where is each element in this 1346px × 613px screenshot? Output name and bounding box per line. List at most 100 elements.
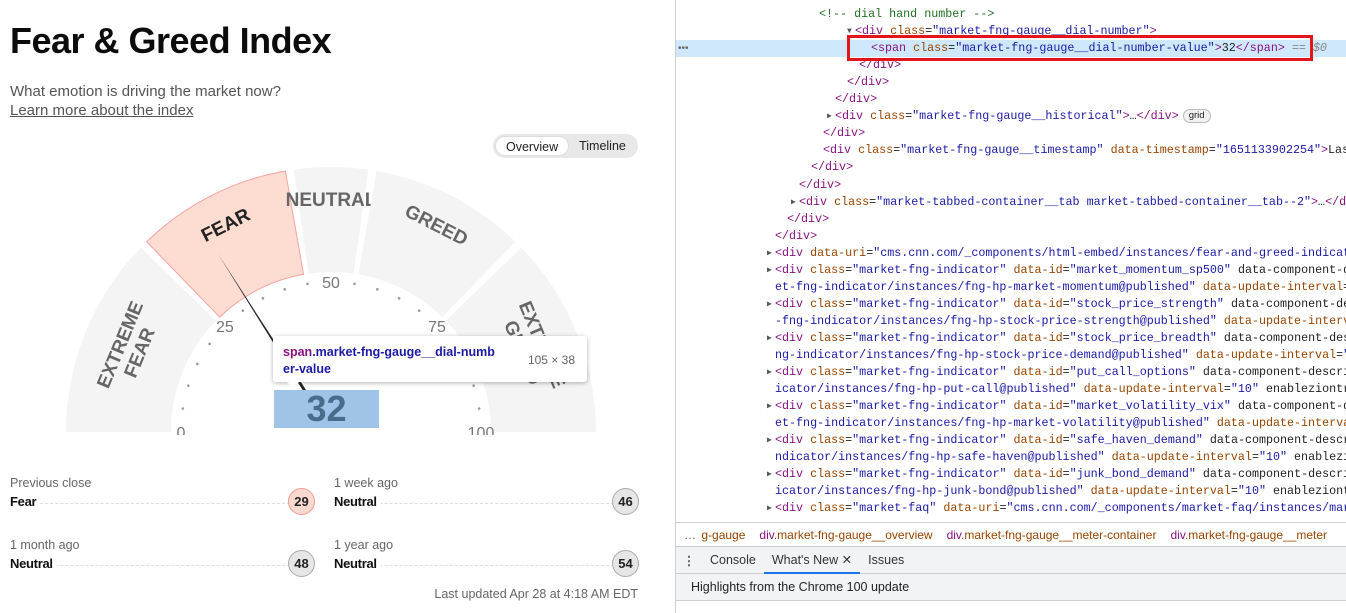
gauge-tick	[241, 309, 245, 312]
historical-label: 1 week ago	[334, 476, 398, 490]
tab-overview[interactable]: Overview	[495, 136, 570, 156]
gauge-tick	[477, 407, 481, 410]
dom-node-line[interactable]: ▶ <div class="market-fng-gauge__historica…	[676, 108, 1346, 125]
historical-item: Previous close Fear 29	[10, 476, 315, 526]
historical-item: 1 week ago Neutral 46	[334, 476, 639, 526]
dom-node-line[interactable]: icator/instances/fng-hp-put-call@publish…	[676, 381, 1346, 398]
highlight-box	[847, 35, 1313, 61]
tab-issues[interactable]: Issues	[860, 547, 912, 574]
dom-node-text: -fng-indicator/instances/fng-hp-stock-pr…	[775, 313, 1346, 328]
dom-node-line[interactable]: ▶ <div class="market-fng-indicator" data-…	[676, 466, 1346, 483]
dom-node-text: </div>	[811, 160, 854, 175]
learn-more-link[interactable]: Learn more about the index	[10, 102, 193, 119]
dom-node-text: et-fng-indicator/instances/fng-hp-market…	[775, 279, 1346, 294]
dom-node-line[interactable]: <div class="market-fng-gauge__timestamp"…	[676, 142, 1346, 159]
breadcrumb-item[interactable]: g-gauge	[701, 528, 745, 542]
historical-rating: Neutral	[334, 494, 381, 509]
dom-node-text: </div>	[847, 75, 890, 90]
dom-node-text: ndicator/instances/fng-hp-safe-haven@pub…	[775, 450, 1346, 465]
dom-node-line[interactable]: ▶ <div class="market-fng-indicator" data-…	[676, 364, 1346, 381]
dom-node-line[interactable]: et-fng-indicator/instances/fng-hp-market…	[676, 415, 1346, 432]
expand-triangle-icon[interactable]: ▶	[767, 500, 772, 517]
gauge-scale-label: 100	[468, 425, 495, 435]
dom-node-line[interactable]: ndicator/instances/fng-hp-safe-haven@pub…	[676, 449, 1346, 466]
gauge-tick	[196, 362, 199, 366]
page-subtitle: What emotion is driving the market now?	[10, 83, 281, 100]
dom-node-text: </div>	[823, 126, 866, 141]
grid-badge[interactable]: grid	[1182, 109, 1211, 124]
expand-triangle-icon[interactable]: ▶	[767, 245, 772, 262]
dom-node-text: <div class="market-fng-indicator" data-i…	[775, 365, 1346, 380]
dom-node-line[interactable]: </div>	[676, 228, 1346, 245]
tab-console[interactable]: Console	[702, 547, 764, 574]
expand-triangle-icon[interactable]: ▶	[791, 194, 796, 211]
expand-triangle-icon[interactable]: ▶	[767, 432, 772, 449]
historical-value-badge: 54	[612, 550, 639, 577]
expand-triangle-icon[interactable]: ▶	[767, 466, 772, 483]
dial-number-value: 32	[274, 390, 379, 428]
dom-node-text: icator/instances/fng-hp-junk-bond@publis…	[775, 484, 1346, 499]
dom-node-line[interactable]: ▶ <div class="market-fng-indicator" data-…	[676, 398, 1346, 415]
dom-node-line[interactable]: ▶ <div data-uri="cms.cnn.com/_components/…	[676, 245, 1346, 262]
dom-node-text: <div class="market-fng-indicator" data-i…	[775, 467, 1346, 482]
historical-item: 1 year ago Neutral 54	[334, 538, 639, 588]
dom-node-line[interactable]: </div>	[676, 159, 1346, 176]
tooltip-class: .market-fng-gauge__dial-numb	[312, 345, 495, 359]
dom-node-text: icator/instances/fng-hp-put-call@publish…	[775, 382, 1346, 397]
gauge-tick	[181, 407, 185, 410]
dom-node-text: <div class="market-fng-gauge__timestamp"…	[823, 143, 1346, 158]
dom-node-line[interactable]: ▶ <div class="market-tabbed-container__ta…	[676, 194, 1346, 211]
dom-node-line[interactable]: et-fng-indicator/instances/fng-hp-market…	[676, 279, 1346, 296]
dom-node-line[interactable]: ▶ <div class="market-fng-indicator" data-…	[676, 262, 1346, 279]
expand-triangle-icon[interactable]: ▶	[827, 108, 832, 125]
dom-node-line[interactable]: </div>	[676, 211, 1346, 228]
expand-triangle-icon[interactable]: ▶	[767, 330, 772, 347]
historical-label: 1 month ago	[10, 538, 80, 552]
dom-breadcrumbs: … g-gauge div.market-fng-gauge__overview d…	[676, 522, 1346, 546]
gauge-scale-label: 50	[322, 275, 340, 292]
dom-node-line[interactable]: ▶ <div class="market-fng-indicator" data-…	[676, 296, 1346, 313]
breadcrumb-item[interactable]: div.market-fng-gauge__overview	[759, 528, 932, 542]
divider	[10, 503, 295, 504]
dom-node-text: <div class="market-fng-indicator" data-i…	[775, 433, 1346, 448]
whats-new-highlights: Highlights from the Chrome 100 update	[676, 574, 1346, 601]
devtools-splitter[interactable]	[660, 0, 676, 613]
view-toggle: Overview Timeline	[493, 134, 638, 158]
historical-rating: Neutral	[10, 556, 57, 571]
dom-node-text: <div class="market-fng-indicator" data-i…	[775, 296, 1346, 311]
dom-node-line[interactable]: </div>	[676, 125, 1346, 142]
dom-node-text: </div>	[775, 228, 818, 243]
dom-node-text: <div class="market-fng-indicator" data-i…	[775, 262, 1346, 277]
dom-node-text: <div class="market-fng-indicator" data-i…	[775, 330, 1346, 345]
dom-node-line[interactable]: ▶ <div class="market-faq" data-uri="cms.c…	[676, 500, 1346, 517]
dom-node-text: </div>	[835, 92, 878, 107]
gauge-tick	[283, 288, 286, 291]
devtools-drawer-tabs: ⋮ Console What's New ✕ Issues	[676, 546, 1346, 574]
breadcrumb-item[interactable]: div.market-fng-gauge__meter	[1170, 528, 1327, 542]
drawer-menu-icon[interactable]: ⋮	[676, 553, 702, 568]
tab-whats-new[interactable]: What's New ✕	[763, 547, 861, 574]
row-actions-icon[interactable]: •••	[678, 43, 689, 54]
dom-node-line[interactable]: icator/instances/fng-hp-junk-bond@publis…	[676, 483, 1346, 500]
historical-label: 1 year ago	[334, 538, 394, 552]
close-icon[interactable]: ✕	[842, 553, 852, 567]
gauge-tick	[208, 342, 211, 346]
tooltip-class-cont: er-value	[283, 362, 331, 376]
crumbs-more-icon[interactable]: …	[684, 528, 696, 542]
expand-triangle-icon[interactable]: ▶	[767, 398, 772, 415]
dom-node-text: ng-indicator/instances/fng-hp-stock-pric…	[775, 348, 1346, 362]
expand-triangle-icon[interactable]: ▶	[767, 364, 772, 381]
dom-node-line[interactable]: </div>	[676, 177, 1346, 194]
tab-timeline[interactable]: Timeline	[569, 136, 636, 156]
historical-rating: Neutral	[334, 556, 381, 571]
breadcrumb-item[interactable]: div.market-fng-gauge__meter-container	[947, 528, 1157, 542]
expand-triangle-icon[interactable]: ▶	[767, 262, 772, 279]
dom-node-line[interactable]: ▶ <div class="market-fng-indicator" data-…	[676, 432, 1346, 449]
dom-node-line[interactable]: ▶ <div class="market-fng-indicator" data-…	[676, 330, 1346, 347]
dom-node-line[interactable]: </div>	[676, 74, 1346, 91]
dom-node-line[interactable]: -fng-indicator/instances/fng-hp-stock-pr…	[676, 313, 1346, 330]
expand-triangle-icon[interactable]: ▶	[767, 296, 772, 313]
dom-node-line[interactable]: <!-- dial hand number -->	[676, 6, 1346, 23]
dom-node-line[interactable]: </div>	[676, 91, 1346, 108]
dom-node-line[interactable]: ng-indicator/instances/fng-hp-stock-pric…	[676, 347, 1346, 364]
